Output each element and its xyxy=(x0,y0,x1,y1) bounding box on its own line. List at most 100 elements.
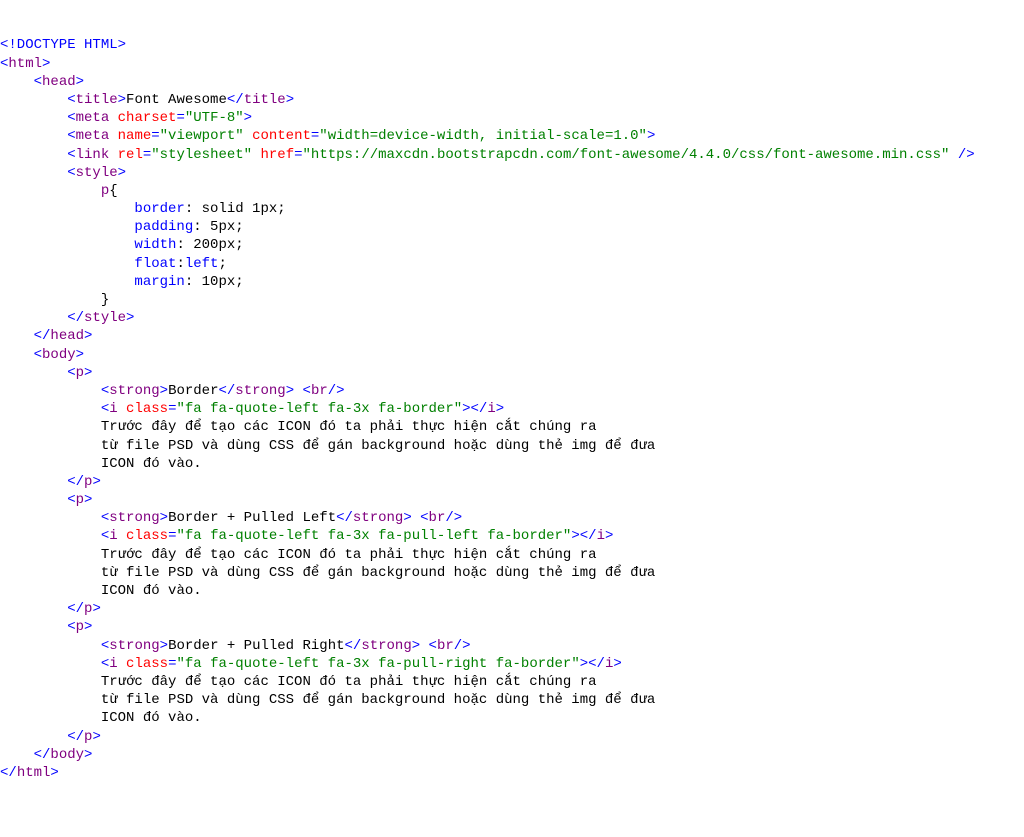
content-attr: content xyxy=(252,128,311,144)
tag-bracket: /> xyxy=(445,510,462,526)
tag-bracket: > xyxy=(160,510,168,526)
tag-bracket: < xyxy=(101,401,109,417)
br-tag: br xyxy=(437,638,454,654)
css-prop-margin: margin xyxy=(134,274,184,290)
tag-bracket: > xyxy=(50,765,58,781)
tag-bracket: > xyxy=(160,383,168,399)
tag-bracket: </ xyxy=(218,383,235,399)
body-tag: body xyxy=(42,347,76,363)
tag-bracket: > xyxy=(92,601,100,617)
tag-bracket: > xyxy=(160,638,168,654)
p-close-tag: p xyxy=(84,729,92,745)
rel-attr: rel xyxy=(118,147,143,163)
tag-bracket: < xyxy=(101,656,109,672)
css-prop-width: width xyxy=(134,237,176,253)
tag-bracket: > xyxy=(42,56,50,72)
tag-bracket: </ xyxy=(227,92,244,108)
br-tag: br xyxy=(311,383,328,399)
strong-text-pr: Border + Pulled Right xyxy=(168,638,344,654)
tag-bracket: < xyxy=(34,74,42,90)
tag-bracket: > xyxy=(92,729,100,745)
para-line-3: ICON đó vào. xyxy=(101,456,202,472)
para-line-1: Trước đây để tạo các ICON đó ta phải thự… xyxy=(101,674,597,690)
tag-bracket: > xyxy=(84,365,92,381)
tag-bracket: > xyxy=(76,347,84,363)
strong-text-pl: Border + Pulled Left xyxy=(168,510,336,526)
tag-bracket: > xyxy=(605,528,613,544)
i-close-tag: i xyxy=(605,656,613,672)
i-tag: i xyxy=(109,656,117,672)
tag-bracket: > xyxy=(403,510,411,526)
tag-bracket: > xyxy=(613,656,621,672)
tag-bracket: < xyxy=(67,147,75,163)
css-val-border: : solid 1px; xyxy=(185,201,286,217)
css-prop-float: float xyxy=(134,256,176,272)
strong-close-tag: strong xyxy=(235,383,285,399)
css-val-margin: : 10px; xyxy=(185,274,244,290)
i-class-value-1: "fa fa-quote-left fa-3x fa-border" xyxy=(176,401,462,417)
equals: = xyxy=(143,147,151,163)
tag-bracket: > xyxy=(286,92,294,108)
strong-tag: strong xyxy=(109,638,159,654)
tag-bracket: < xyxy=(101,638,109,654)
tag-bracket: > xyxy=(84,747,92,763)
tag-bracket: < xyxy=(67,619,75,635)
tag-bracket: > xyxy=(244,110,252,126)
equals: = xyxy=(176,110,184,126)
tag-bracket: </ xyxy=(67,729,84,745)
tag-bracket: < xyxy=(67,165,75,181)
tag-bracket: > xyxy=(286,383,294,399)
css-val-float: left xyxy=(185,256,219,272)
tag-bracket: < xyxy=(429,638,437,654)
br-tag: br xyxy=(429,510,446,526)
tag-bracket: > xyxy=(118,92,126,108)
tag-bracket: ></ xyxy=(462,401,487,417)
i-tag: i xyxy=(109,401,117,417)
tag-bracket: < xyxy=(101,528,109,544)
para-line-2: từ file PSD và dùng CSS để gán backgroun… xyxy=(101,438,656,454)
title-text: Font Awesome xyxy=(126,92,227,108)
doctype-line: <!DOCTYPE HTML> xyxy=(0,37,126,53)
strong-text-border: Border xyxy=(168,383,218,399)
stylesheet-value: "stylesheet" xyxy=(151,147,252,163)
tag-bracket: </ xyxy=(34,328,51,344)
css-prop-padding: padding xyxy=(134,219,193,235)
head-open-tag: head xyxy=(42,74,76,90)
tag-bracket: </ xyxy=(345,638,362,654)
head-close-tag: head xyxy=(50,328,84,344)
title-tag: title xyxy=(76,92,118,108)
tag-bracket: > xyxy=(647,128,655,144)
charset-value: "UTF-8" xyxy=(185,110,244,126)
i-class-value-2: "fa fa-quote-left fa-3x fa-pull-left fa-… xyxy=(176,528,571,544)
i-tag: i xyxy=(109,528,117,544)
para-line-1: Trước đây để tạo các ICON đó ta phải thự… xyxy=(101,419,597,435)
tag-bracket: /> xyxy=(454,638,471,654)
tag-bracket: /> xyxy=(958,147,975,163)
para-line-2: từ file PSD và dùng CSS để gán backgroun… xyxy=(101,692,656,708)
i-close-tag: i xyxy=(597,528,605,544)
code-block: <!DOCTYPE HTML> <html> <head> <title>Fon… xyxy=(0,36,1024,782)
tag-bracket: </ xyxy=(67,310,84,326)
equals: = xyxy=(151,128,159,144)
charset-attr: charset xyxy=(118,110,177,126)
i-class-value-3: "fa fa-quote-left fa-3x fa-pull-right fa… xyxy=(176,656,579,672)
p-tag: p xyxy=(76,619,84,635)
tag-bracket: > xyxy=(84,328,92,344)
tag-bracket: </ xyxy=(336,510,353,526)
tag-bracket: < xyxy=(101,383,109,399)
style-tag: style xyxy=(76,165,118,181)
strong-close-tag: strong xyxy=(361,638,411,654)
tag-bracket: > xyxy=(118,165,126,181)
tag-bracket: > xyxy=(496,401,504,417)
tag-bracket: </ xyxy=(34,747,51,763)
p-tag: p xyxy=(76,492,84,508)
href-attr: href xyxy=(261,147,295,163)
strong-close-tag: strong xyxy=(353,510,403,526)
tag-bracket: < xyxy=(67,92,75,108)
tag-bracket: < xyxy=(101,510,109,526)
tag-bracket: </ xyxy=(0,765,17,781)
meta-tag: meta xyxy=(76,128,110,144)
css-val-width: : 200px; xyxy=(176,237,243,253)
para-line-1: Trước đây để tạo các ICON đó ta phải thự… xyxy=(101,547,597,563)
title-close-tag: title xyxy=(244,92,286,108)
